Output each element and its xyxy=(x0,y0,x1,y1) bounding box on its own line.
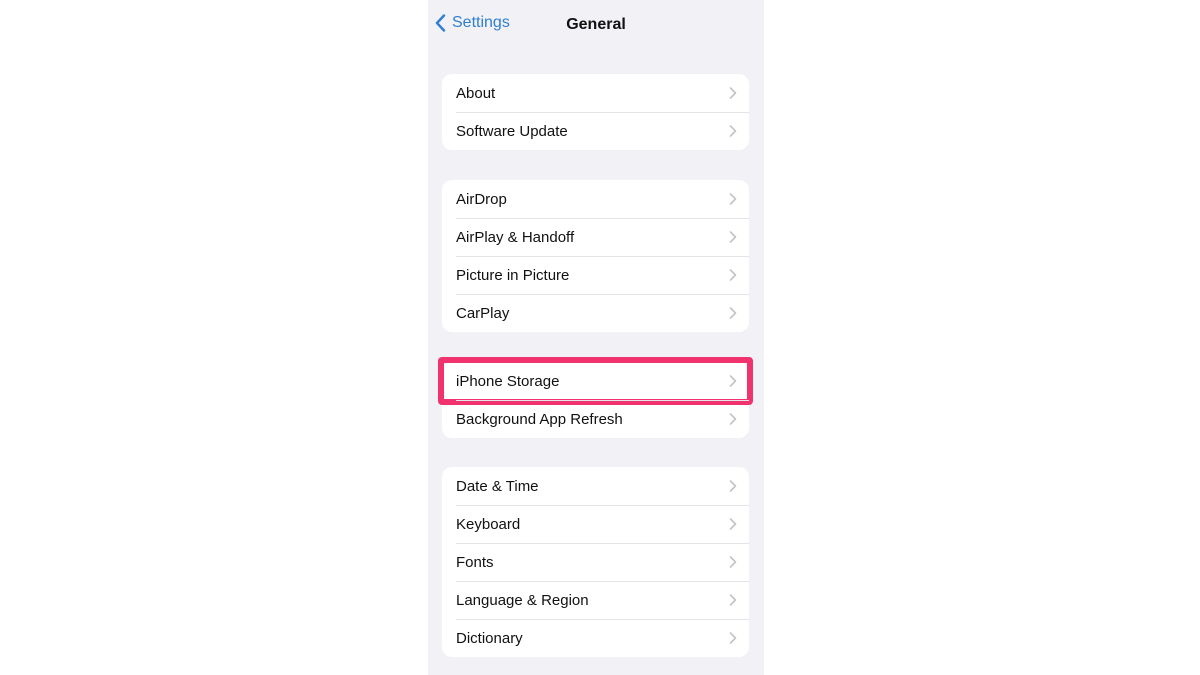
page-title: General xyxy=(566,16,626,33)
settings-group-4: Date & Time Keyboard Fonts Language & Re… xyxy=(442,467,749,657)
row-carplay[interactable]: CarPlay xyxy=(442,294,749,332)
row-label: Software Update xyxy=(456,122,568,140)
row-fonts[interactable]: Fonts xyxy=(442,543,749,581)
chevron-right-icon xyxy=(729,632,737,644)
chevron-right-icon xyxy=(729,556,737,568)
settings-group-3: iPhone Storage Background App Refresh xyxy=(438,357,753,438)
chevron-right-icon xyxy=(729,125,737,137)
row-airplay-handoff[interactable]: AirPlay & Handoff xyxy=(442,218,749,256)
row-label: CarPlay xyxy=(456,304,510,322)
row-label: AirDrop xyxy=(456,190,507,208)
chevron-right-icon xyxy=(729,375,737,387)
chevron-right-icon xyxy=(729,193,737,205)
chevron-right-icon xyxy=(729,594,737,606)
chevron-right-icon xyxy=(729,307,737,319)
row-software-update[interactable]: Software Update xyxy=(442,112,749,150)
row-picture-in-picture[interactable]: Picture in Picture xyxy=(442,256,749,294)
row-about[interactable]: About xyxy=(442,74,749,112)
row-label: Date & Time xyxy=(456,477,539,495)
settings-group-1: About Software Update xyxy=(442,74,749,150)
chevron-right-icon xyxy=(729,87,737,99)
row-label: Background App Refresh xyxy=(456,410,623,428)
row-airdrop[interactable]: AirDrop xyxy=(442,180,749,218)
row-label: iPhone Storage xyxy=(456,372,560,390)
row-language-region[interactable]: Language & Region xyxy=(442,581,749,619)
row-label: Picture in Picture xyxy=(456,266,570,284)
row-keyboard[interactable]: Keyboard xyxy=(442,505,749,543)
chevron-right-icon xyxy=(729,269,737,281)
chevron-right-icon xyxy=(729,413,737,425)
row-label: Language & Region xyxy=(456,591,589,609)
row-label: AirPlay & Handoff xyxy=(456,228,575,246)
row-date-time[interactable]: Date & Time xyxy=(442,467,749,505)
row-label: Dictionary xyxy=(456,629,523,647)
row-label: Keyboard xyxy=(456,515,521,533)
row-background-app-refresh[interactable]: Background App Refresh xyxy=(442,400,749,438)
row-label: About xyxy=(456,84,496,102)
chevron-right-icon xyxy=(729,518,737,530)
chevron-right-icon xyxy=(729,231,737,243)
chevron-right-icon xyxy=(729,480,737,492)
navigation-bar: Settings General xyxy=(428,0,764,50)
row-label: Fonts xyxy=(456,553,494,571)
phone-screen: Settings General About Software Update A… xyxy=(428,0,764,675)
row-dictionary[interactable]: Dictionary xyxy=(442,619,749,657)
row-iphone-storage[interactable]: iPhone Storage xyxy=(438,357,753,405)
settings-group-2: AirDrop AirPlay & Handoff Picture in Pic… xyxy=(442,180,749,332)
